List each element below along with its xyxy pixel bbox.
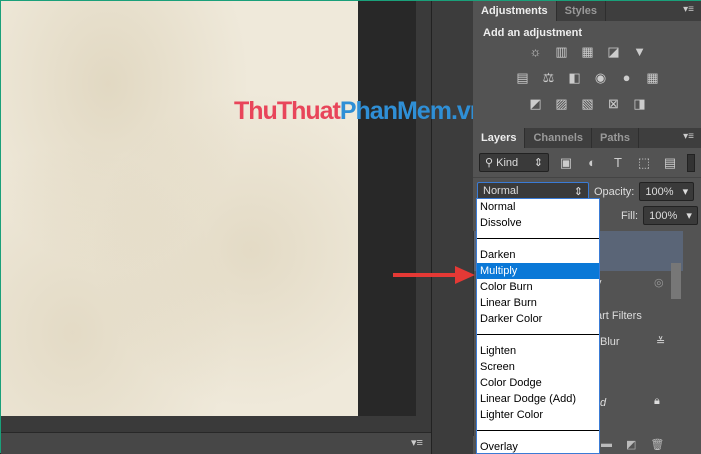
menu-separator: [477, 430, 599, 431]
lock-icon: 🔒︎: [654, 395, 660, 407]
gradient-map-icon[interactable]: ◨: [631, 96, 649, 112]
new-layer-icon[interactable]: ◩: [626, 438, 636, 451]
photo-filter-icon[interactable]: ◉: [592, 70, 610, 86]
levels-icon[interactable]: ▥: [553, 44, 571, 60]
blend-option-lighter-color[interactable]: Lighter Color: [477, 407, 599, 423]
menu-separator: [477, 238, 599, 239]
opacity-input[interactable]: 100% ▾: [639, 182, 695, 201]
adjustment-filter-icon[interactable]: ◐: [583, 155, 601, 171]
selective-color-icon[interactable]: ⊠: [605, 96, 623, 112]
curves-icon[interactable]: ▦: [579, 44, 597, 60]
tab-paths[interactable]: Paths: [592, 128, 639, 148]
document-canvas[interactable]: [1, 1, 358, 416]
blend-option-linear-burn[interactable]: Linear Burn: [477, 295, 599, 311]
panel-menu-icon[interactable]: ▾≡: [683, 131, 694, 142]
blend-option-overlay[interactable]: Overlay: [477, 439, 599, 453]
horizontal-scrollbar[interactable]: [1, 416, 431, 432]
black-white-icon[interactable]: ◧: [566, 70, 584, 86]
filter-kind-select[interactable]: ⚲ Kind ⇕: [479, 153, 549, 172]
layers-scrollbar[interactable]: [671, 263, 681, 299]
panel-menu-icon[interactable]: ▾≡: [411, 436, 423, 449]
vibrance-icon[interactable]: ▼: [631, 44, 649, 60]
threshold-icon[interactable]: ▧: [579, 96, 597, 112]
status-bar: ▾≡: [1, 433, 431, 454]
tab-channels[interactable]: Channels: [525, 128, 592, 148]
smart-object-filter-icon[interactable]: ▤: [661, 155, 679, 171]
adjustments-heading: Add an adjustment: [483, 27, 583, 39]
trash-icon[interactable]: 🗑︎: [650, 438, 664, 451]
tab-layers[interactable]: Layers: [473, 128, 526, 148]
brightness-contrast-icon[interactable]: ☼: [527, 44, 545, 60]
smart-filters-label[interactable]: art Filters: [596, 310, 642, 322]
panel-menu-icon[interactable]: ▾≡: [683, 4, 694, 15]
panel-dock-gutter: [431, 1, 473, 454]
blend-option-linear-dodge-add[interactable]: Linear Dodge (Add): [477, 391, 599, 407]
tab-styles[interactable]: Styles: [557, 1, 607, 21]
blend-option-color-dodge[interactable]: Color Dodge: [477, 375, 599, 391]
filter-options-icon[interactable]: ≚: [656, 335, 665, 348]
adjustments-tabs: Adjustments Styles ▾≡: [473, 1, 701, 21]
layers-footer: ▬ ◩ 🗑︎: [601, 438, 664, 451]
smart-object-icon: ◎: [654, 277, 664, 289]
blend-option-screen[interactable]: Screen: [477, 359, 599, 375]
layers-tabs: Layers Channels Paths ▾≡: [473, 128, 701, 148]
vertical-scrollbar[interactable]: [416, 1, 431, 416]
blend-option-multiply[interactable]: Multiply: [477, 262, 599, 280]
menu-separator: [477, 334, 599, 335]
tab-adjustments[interactable]: Adjustments: [473, 1, 557, 21]
channel-mixer-icon[interactable]: ●: [618, 70, 636, 86]
blend-option-darker-color[interactable]: Darker Color: [477, 311, 599, 327]
background-layer-name[interactable]: d: [600, 397, 606, 409]
hue-saturation-icon[interactable]: ▤: [514, 70, 532, 86]
blend-option-normal[interactable]: Normal: [477, 199, 599, 215]
blend-option-color-burn[interactable]: Color Burn: [477, 279, 599, 295]
type-filter-icon[interactable]: T: [609, 155, 627, 171]
new-group-icon[interactable]: ▬: [601, 438, 612, 451]
blend-option-lighten[interactable]: Lighten: [477, 343, 599, 359]
blur-filter-label[interactable]: Blur: [600, 336, 620, 348]
blend-option-dissolve[interactable]: Dissolve: [477, 215, 599, 231]
blend-option-darken[interactable]: Darken: [477, 247, 599, 263]
blend-mode-dropdown: Normal Dissolve Darken Multiply Color Burn Li…: [476, 198, 600, 454]
image-filter-icon[interactable]: ▣: [557, 155, 575, 171]
exposure-icon[interactable]: ◪: [605, 44, 623, 60]
fill-label: Fill:: [621, 209, 639, 222]
filter-toggle[interactable]: [687, 153, 695, 172]
posterize-icon[interactable]: ▨: [553, 96, 571, 112]
color-lookup-icon[interactable]: ▦: [644, 70, 662, 86]
shape-filter-icon[interactable]: ⬚: [635, 155, 653, 171]
watermark: ThuThuatPhanMem.vn: [234, 97, 485, 125]
opacity-label: Opacity:: [594, 185, 635, 198]
red-arrow-annotation: [393, 266, 475, 284]
fill-input[interactable]: 100% ▾: [643, 206, 698, 225]
invert-icon[interactable]: ◩: [527, 96, 545, 112]
color-balance-icon[interactable]: ⚖: [540, 70, 558, 86]
